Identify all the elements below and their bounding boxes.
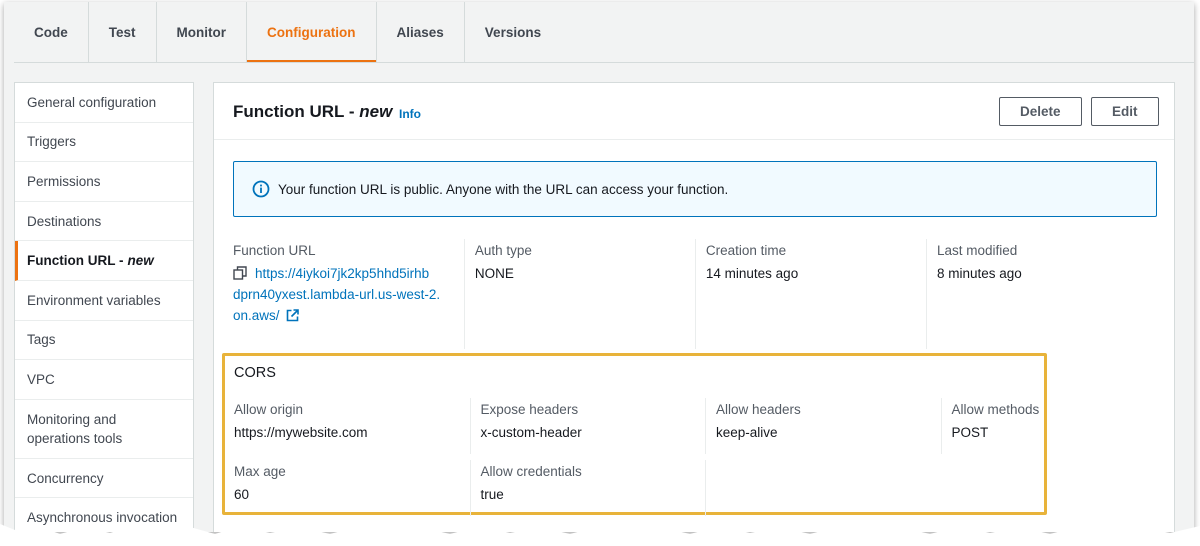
empty-cell: [705, 460, 941, 516]
edit-button[interactable]: Edit: [1091, 97, 1159, 126]
tab-versions[interactable]: Versions: [465, 2, 561, 62]
auth-type-label: Auth type: [474, 243, 532, 258]
sidebar-item-vpc[interactable]: VPC: [15, 360, 193, 400]
panel-title-text: Function URL -: [233, 102, 355, 121]
tab-bar: Code Test Monitor Configuration Aliases …: [14, 2, 1194, 63]
panel-title: Function URL - new: [233, 102, 392, 122]
sidebar-item-label: Concurrency: [27, 470, 104, 486]
last-modified-field: Last modified 8 minutes ago: [925, 239, 1157, 349]
sidebar-item-concurrency[interactable]: Concurrency: [15, 459, 193, 499]
tab-aliases[interactable]: Aliases: [377, 2, 465, 62]
sidebar-item-label: VPC: [27, 371, 55, 387]
info-icon: [252, 180, 270, 198]
sidebar-item-general-configuration[interactable]: General configuration: [15, 83, 193, 123]
panel-title-new: new: [359, 102, 393, 121]
creation-time-field: Creation time 14 minutes ago: [694, 239, 926, 349]
panel-header: Function URL - new Info Delete Edit: [214, 83, 1174, 140]
cors-title: CORS: [234, 365, 276, 381]
sidebar-item-label: Environment variables: [27, 292, 161, 308]
function-url-panel: Function URL - new Info Delete Edit Your…: [213, 82, 1175, 532]
sidebar-item-environment-variables[interactable]: Environment variables: [15, 281, 193, 321]
function-url-label: Function URL: [233, 243, 316, 258]
auth-type-field: Auth type NONE: [463, 239, 695, 349]
sidebar-item-triggers[interactable]: Triggers: [15, 123, 193, 163]
allow-origin-value: https://mywebsite.com: [234, 425, 368, 440]
last-modified-value: 8 minutes ago: [936, 266, 1022, 281]
function-url-line: dprn40yxest.lambda-url.us-west-2.: [233, 287, 441, 302]
auth-type-value: NONE: [474, 266, 514, 281]
expose-headers-field: Expose headers x-custom-header: [469, 398, 706, 454]
last-modified-label: Last modified: [936, 243, 1018, 258]
max-age-value: 60: [234, 487, 250, 502]
url-details: Function URL https://4iykoi7jk2kp5hhd5ir…: [233, 239, 1157, 349]
sidebar-item-label: General configuration: [27, 94, 157, 110]
cors-section: CORS Allow origin https://mywebsite.com …: [222, 353, 1047, 516]
info-link[interactable]: Info: [399, 107, 421, 121]
expose-headers-label: Expose headers: [480, 402, 579, 417]
cors-row: Allow origin https://mywebsite.com Expos…: [234, 398, 1051, 454]
allow-origin-label: Allow origin: [234, 402, 304, 417]
allow-credentials-label: Allow credentials: [480, 464, 582, 479]
cors-row: Max age 60 Allow credentials true: [234, 460, 941, 516]
copy-icon[interactable]: [233, 266, 247, 280]
sidebar-item-destinations[interactable]: Destinations: [15, 202, 193, 242]
configuration-sidebar: General configuration Triggers Permissio…: [14, 82, 194, 532]
allow-headers-field: Allow headers keep-alive: [705, 398, 941, 454]
sidebar-item-label: Function URL -: [27, 253, 124, 269]
function-url-field: Function URL https://4iykoi7jk2kp5hhd5ir…: [233, 239, 464, 349]
sidebar-item-monitoring[interactable]: Monitoring and operations tools: [15, 400, 193, 459]
expose-headers-value: x-custom-header: [480, 425, 582, 440]
max-age-field: Max age 60: [234, 460, 470, 516]
tab-divider: [14, 62, 1194, 63]
tab-code[interactable]: Code: [14, 2, 89, 62]
external-link-icon: [286, 309, 299, 322]
sidebar-item-tags[interactable]: Tags: [15, 321, 193, 361]
tab-monitor[interactable]: Monitor: [157, 2, 248, 62]
allow-methods-value: POST: [951, 425, 989, 440]
alert-text: Your function URL is public. Anyone with…: [278, 181, 729, 197]
public-url-alert: Your function URL is public. Anyone with…: [233, 161, 1157, 217]
max-age-label: Max age: [234, 464, 286, 479]
allow-headers-label: Allow headers: [716, 402, 801, 417]
creation-time-label: Creation time: [705, 243, 787, 258]
screenshot-sheet: Code Test Monitor Configuration Aliases …: [4, 2, 1194, 532]
sidebar-item-label: Tags: [27, 332, 56, 348]
sidebar-item-function-url[interactable]: Function URL - new: [15, 241, 193, 281]
sidebar-item-label: Monitoring and operations tools: [27, 411, 123, 446]
tab-configuration[interactable]: Configuration: [247, 2, 377, 63]
torn-paper-edge: [0, 524, 1200, 546]
allow-credentials-field: Allow credentials true: [469, 460, 706, 516]
sidebar-item-label: Triggers: [27, 134, 77, 150]
allow-methods-field: Allow methods POST: [940, 398, 1051, 454]
tab-test[interactable]: Test: [89, 2, 157, 62]
function-url-line: on.aws/: [233, 308, 280, 323]
new-tag: new: [127, 253, 154, 269]
allow-credentials-value: true: [480, 487, 504, 502]
creation-time-value: 14 minutes ago: [705, 266, 799, 281]
function-url-link[interactable]: https://4iykoi7jk2kp5hhd5irhb dprn40yxes…: [233, 263, 452, 326]
sidebar-item-label: Destinations: [27, 213, 102, 229]
function-url-line: https://4iykoi7jk2kp5hhd5irhb: [255, 266, 430, 281]
sidebar-item-permissions[interactable]: Permissions: [15, 162, 193, 202]
sidebar-item-label: Permissions: [27, 173, 101, 189]
allow-origin-field: Allow origin https://mywebsite.com: [234, 398, 470, 454]
delete-button[interactable]: Delete: [999, 97, 1082, 126]
allow-headers-value: keep-alive: [716, 425, 778, 440]
allow-methods-label: Allow methods: [951, 402, 1040, 417]
